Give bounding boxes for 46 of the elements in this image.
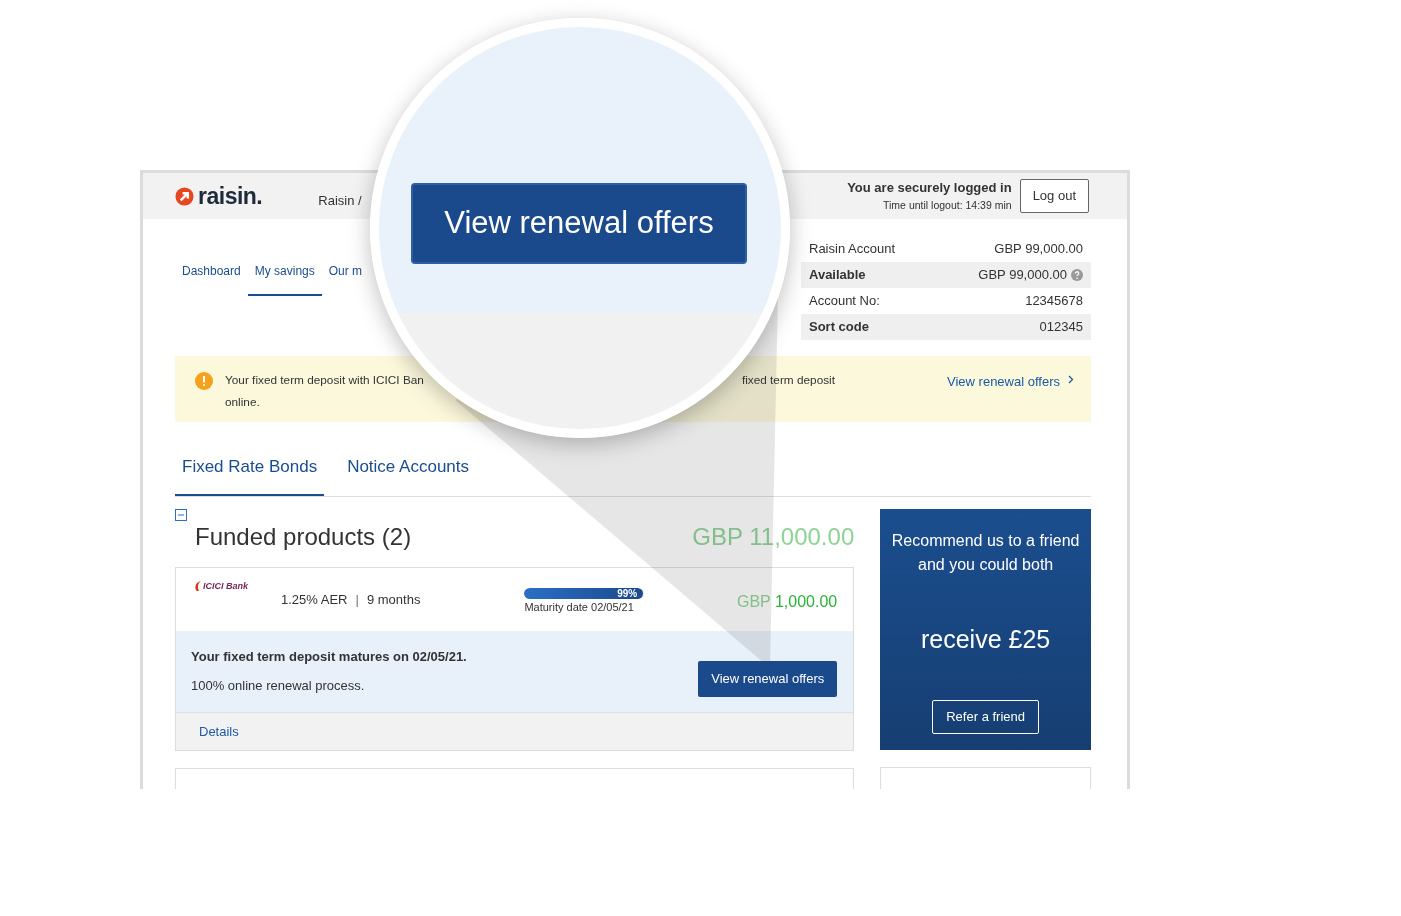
nav-link[interactable]: Raisin / [318, 191, 362, 211]
promo-highlight: receive £25 [920, 623, 1052, 655]
total-amount: 11,000.00 [749, 522, 855, 550]
logo-text: raisin. [198, 181, 263, 211]
summary-value: GBP 99,000.00 [994, 240, 1083, 259]
alert-text: fixed term deposit [741, 372, 835, 389]
alert-text: Your fixed term deposit with ICICI Ban [225, 372, 424, 389]
alert-text: online. [225, 393, 261, 411]
separator: | [355, 590, 359, 609]
notice-title: Your fixed term deposit matures on 02/05/21. [191, 647, 467, 666]
summary-label: Account No: [809, 292, 880, 311]
summary-label: Raisin Account [809, 240, 895, 259]
bank-name: ICICI Bank [203, 579, 248, 593]
logout-timer: Time until logout: 14:39 min [882, 197, 1012, 213]
summary-value: 12345678 [1025, 292, 1083, 311]
login-status: You are securely logged in [847, 179, 1012, 198]
nav-tab[interactable]: Dashboard [175, 254, 248, 296]
progress-label: 99% [617, 587, 639, 599]
refer-button[interactable]: Refer a friend [932, 700, 1039, 734]
logo-icon [175, 186, 194, 206]
section-title: Funded products (2) [195, 521, 412, 552]
nav-tab[interactable]: Our m [321, 254, 370, 296]
details-link[interactable]: Details [199, 723, 239, 739]
help-icon[interactable] [1071, 269, 1083, 281]
logout-button[interactable]: Log out [1019, 179, 1089, 213]
summary-label: Available [809, 266, 866, 285]
chevron-icon [1068, 375, 1074, 384]
renewal-button[interactable]: View renewal offers [698, 661, 838, 697]
notice-text: 100% online renewal process. [191, 677, 366, 695]
nav-tab[interactable]: My savings [247, 254, 322, 296]
summary-label: Sort code [809, 318, 869, 337]
amount-value: 1,000.00 [774, 592, 838, 610]
product-tab[interactable]: Fixed Rate Bonds [175, 454, 325, 496]
zoomed-button[interactable]: View renewal offers [411, 183, 747, 264]
promo-text: Recommend us to a friend and you could both [890, 530, 1081, 575]
collapse-icon[interactable] [175, 508, 187, 521]
renewal-link[interactable]: View renewal offers [947, 372, 1074, 392]
product-rate: 1.25% AER [281, 590, 348, 609]
product-tab[interactable]: Notice Accounts [340, 454, 477, 496]
amount-currency: GBP [737, 592, 771, 610]
summary-value: 012345 [1039, 318, 1083, 337]
warning-icon [195, 372, 213, 390]
summary-value: GBP 99,000.00 [978, 266, 1067, 285]
total-currency: GBP [692, 522, 743, 550]
maturity-date: Maturity date 02/05/21 [524, 599, 635, 615]
product-term: 9 months [366, 590, 421, 609]
